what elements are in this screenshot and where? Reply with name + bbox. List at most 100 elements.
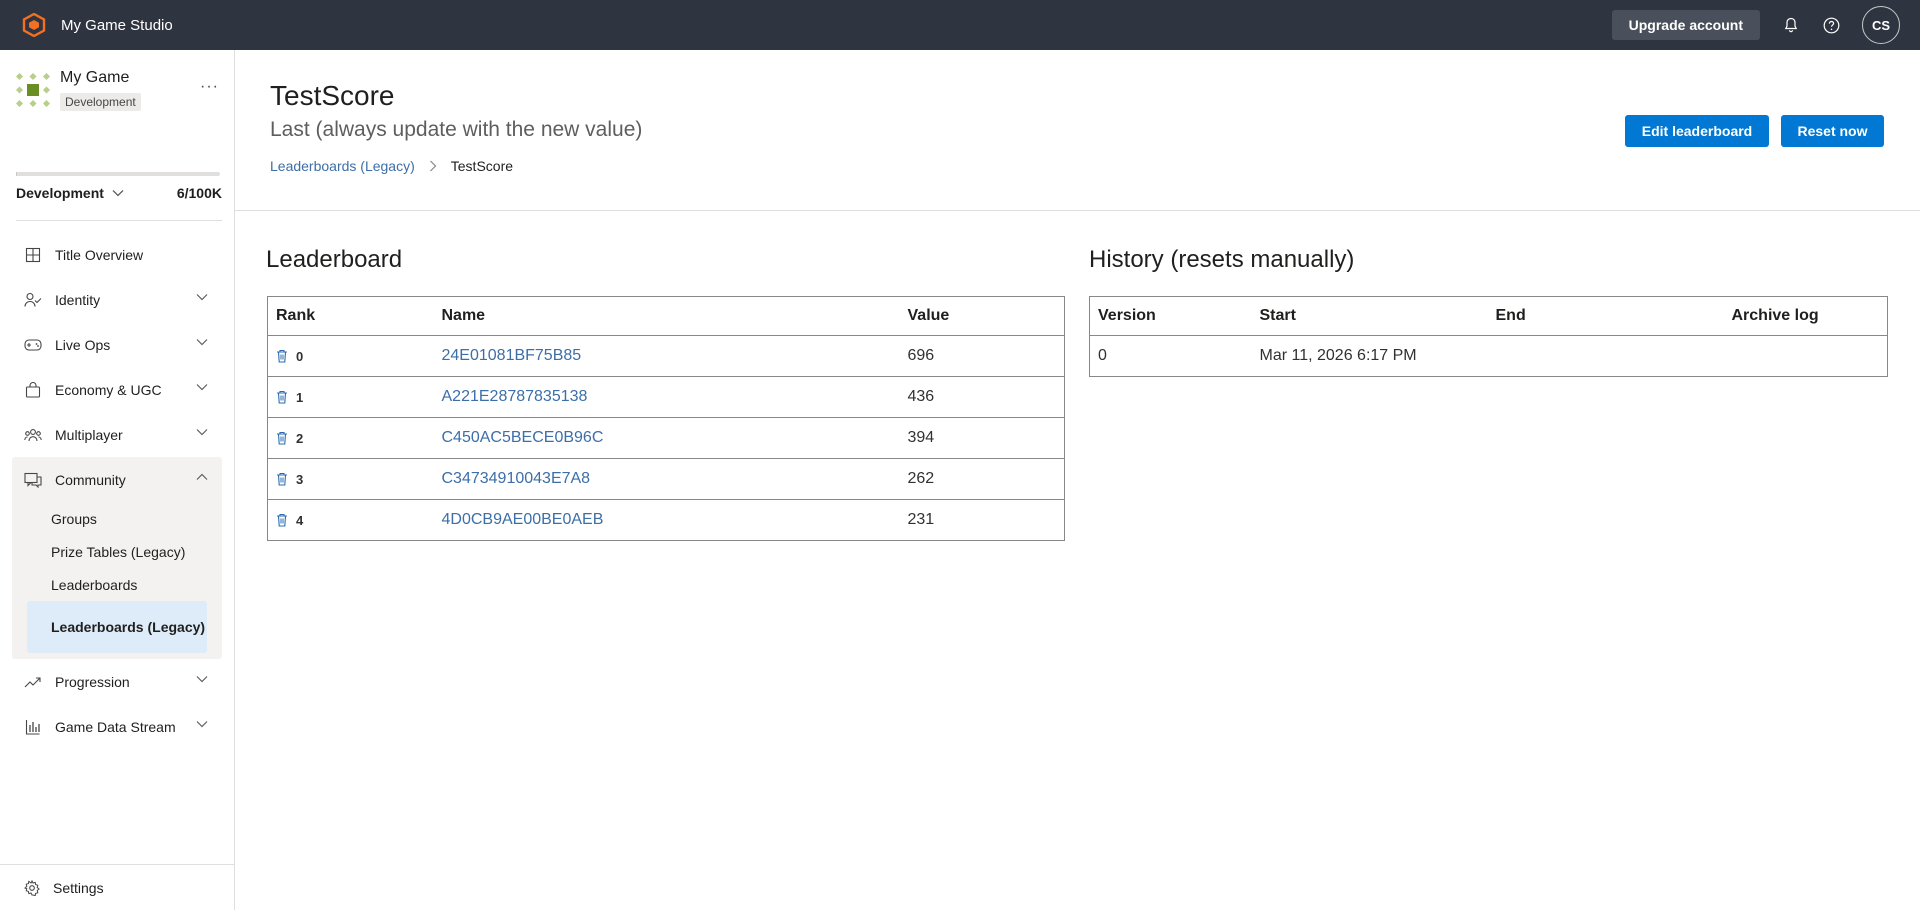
column-header-name[interactable]: Name bbox=[433, 296, 900, 336]
settings-label: Settings bbox=[53, 879, 104, 896]
column-header-version: Version bbox=[1089, 296, 1252, 336]
grid-icon bbox=[24, 246, 42, 264]
value-cell: 262 bbox=[899, 458, 1065, 500]
chevron-down-icon bbox=[196, 339, 208, 346]
history-table: Version Start End Archive log 0 Mar 11, 2… bbox=[1089, 296, 1888, 377]
name-cell: 4D0CB9AE00BE0AEB bbox=[433, 499, 900, 541]
column-header-value[interactable]: Value bbox=[899, 296, 1065, 336]
player-link[interactable]: C34734910043E7A8 bbox=[442, 470, 591, 487]
studio-logo-icon[interactable] bbox=[21, 12, 47, 38]
nav-label: Progression bbox=[55, 673, 130, 690]
breadcrumb-parent-link[interactable]: Leaderboards (Legacy) bbox=[270, 158, 415, 174]
rank-value: 1 bbox=[296, 389, 304, 405]
gear-icon bbox=[24, 879, 40, 896]
gamepad-icon bbox=[24, 336, 42, 354]
nav-label: Multiplayer bbox=[55, 426, 123, 443]
people-icon bbox=[24, 291, 42, 309]
column-header-rank[interactable]: Rank bbox=[267, 296, 434, 336]
nav-economy-ugc[interactable]: Economy & UGC bbox=[12, 367, 222, 412]
nav-label: Identity bbox=[55, 291, 101, 308]
game-thumbnail-icon bbox=[16, 73, 50, 107]
table-header-row: Version Start End Archive log bbox=[1089, 296, 1888, 336]
trash-icon[interactable] bbox=[276, 513, 288, 527]
archive-log-cell bbox=[1723, 335, 1888, 377]
divider bbox=[235, 210, 1920, 211]
environment-selector[interactable]: Development bbox=[16, 185, 124, 201]
player-link[interactable]: A221E28787835138 bbox=[442, 388, 588, 405]
nav-game-data-stream[interactable]: Game Data Stream bbox=[12, 704, 222, 749]
trash-icon[interactable] bbox=[276, 349, 288, 363]
chevron-down-icon bbox=[196, 384, 208, 391]
community-group: Community Groups Prize Tables (Legacy) L… bbox=[12, 457, 222, 659]
nav-label: Title Overview bbox=[55, 246, 144, 263]
bar-chart-icon bbox=[24, 718, 42, 736]
rank-cell: 4 bbox=[267, 499, 434, 541]
sub-nav-groups[interactable]: Groups bbox=[12, 502, 222, 535]
top-bar: My Game Studio Upgrade account CS bbox=[0, 0, 1920, 50]
sub-nav-prize-tables-legacy[interactable]: Prize Tables (Legacy) bbox=[12, 535, 222, 568]
avatar[interactable]: CS bbox=[1862, 6, 1900, 44]
player-link[interactable]: 24E01081BF75B85 bbox=[442, 347, 582, 364]
chevron-down-icon bbox=[196, 294, 208, 301]
edit-leaderboard-button[interactable]: Edit leaderboard bbox=[1625, 115, 1769, 147]
rank-cell: 2 bbox=[267, 417, 434, 459]
environment-badge: Development bbox=[60, 93, 141, 111]
history-title: History (resets manually) bbox=[1089, 246, 1355, 273]
nav-identity[interactable]: Identity bbox=[12, 277, 222, 322]
usage-bar bbox=[16, 172, 220, 176]
chevron-right-icon bbox=[429, 160, 437, 172]
settings-nav[interactable]: Settings bbox=[0, 864, 234, 910]
nav-multiplayer[interactable]: Multiplayer bbox=[12, 412, 222, 457]
page-subtitle: Last (always update with the new value) bbox=[270, 118, 643, 141]
rank-cell: 3 bbox=[267, 458, 434, 500]
sub-nav-leaderboards-legacy[interactable]: Leaderboards (Legacy) bbox=[27, 601, 207, 653]
trend-icon bbox=[24, 673, 42, 691]
bag-icon bbox=[24, 381, 42, 399]
app-title[interactable]: My Game Studio bbox=[61, 17, 173, 34]
table-row: 2 C450AC5BECE0B96C 394 bbox=[267, 417, 1065, 459]
trash-icon[interactable] bbox=[276, 431, 288, 445]
trash-icon[interactable] bbox=[276, 472, 288, 486]
group-icon bbox=[24, 426, 42, 444]
table-row: 1 A221E28787835138 436 bbox=[267, 376, 1065, 418]
leaderboard-title: Leaderboard bbox=[266, 246, 403, 273]
usage-count: 6/100K bbox=[176, 185, 222, 201]
table-row: 0 Mar 11, 2026 6:17 PM bbox=[1089, 335, 1888, 377]
nav-community[interactable]: Community bbox=[12, 457, 222, 502]
column-header-end: End bbox=[1487, 296, 1724, 336]
bell-icon[interactable] bbox=[1782, 16, 1800, 34]
reset-now-button[interactable]: Reset now bbox=[1781, 115, 1884, 147]
player-link[interactable]: C450AC5BECE0B96C bbox=[442, 429, 604, 446]
value-cell: 436 bbox=[899, 376, 1065, 418]
table-header-row: Rank Name Value bbox=[267, 296, 1065, 336]
column-header-start: Start bbox=[1251, 296, 1488, 336]
table-row: 4 4D0CB9AE00BE0AEB 231 bbox=[267, 499, 1065, 541]
rank-cell: 0 bbox=[267, 335, 434, 377]
trash-icon[interactable] bbox=[276, 390, 288, 404]
nav-title-overview[interactable]: Title Overview bbox=[12, 232, 222, 277]
name-cell: A221E28787835138 bbox=[433, 376, 900, 418]
more-options-icon[interactable]: ··· bbox=[200, 78, 219, 96]
nav-label: Live Ops bbox=[55, 336, 111, 353]
sub-nav-leaderboards[interactable]: Leaderboards bbox=[12, 568, 222, 601]
table-row: 3 C34734910043E7A8 262 bbox=[267, 458, 1065, 500]
chevron-down-icon bbox=[196, 721, 208, 728]
table-row: 0 24E01081BF75B85 696 bbox=[267, 335, 1065, 377]
upgrade-account-button[interactable]: Upgrade account bbox=[1611, 10, 1760, 40]
value-cell: 696 bbox=[899, 335, 1065, 377]
rank-value: 4 bbox=[296, 512, 304, 528]
rank-value: 0 bbox=[296, 348, 304, 364]
nav-progression[interactable]: Progression bbox=[12, 659, 222, 704]
main-content: TestScore Last (always update with the n… bbox=[235, 50, 1920, 910]
player-link[interactable]: 4D0CB9AE00BE0AEB bbox=[442, 511, 604, 528]
side-nav: Title Overview Identity Live Ops Economy… bbox=[12, 232, 222, 749]
game-header: My Game Development ··· bbox=[0, 50, 234, 122]
help-icon[interactable] bbox=[1822, 16, 1840, 34]
name-cell: 24E01081BF75B85 bbox=[433, 335, 900, 377]
divider bbox=[16, 220, 222, 221]
rank-value: 2 bbox=[296, 430, 304, 446]
chevron-up-icon bbox=[196, 473, 208, 480]
start-cell: Mar 11, 2026 6:17 PM bbox=[1251, 335, 1488, 377]
breadcrumb-current: TestScore bbox=[450, 158, 514, 174]
nav-live-ops[interactable]: Live Ops bbox=[12, 322, 222, 367]
